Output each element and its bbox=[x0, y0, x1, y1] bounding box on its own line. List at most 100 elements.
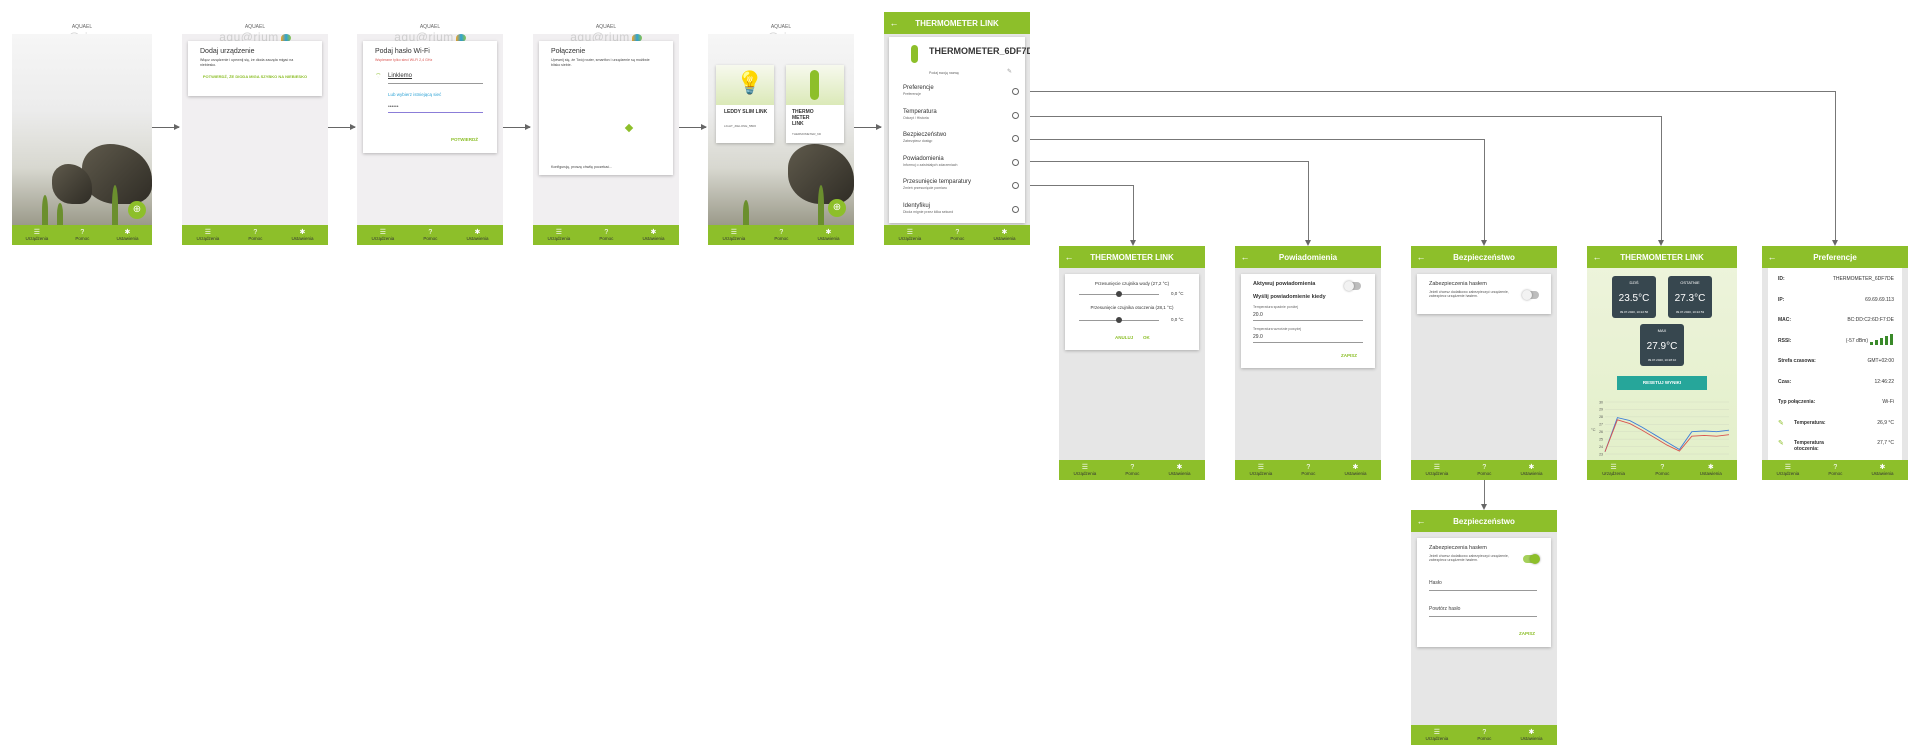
edit-icon[interactable]: ✎ bbox=[1007, 68, 1012, 75]
ssid-field[interactable]: Linklemo bbox=[388, 73, 412, 79]
tab-help[interactable]: ? Pomoc bbox=[950, 229, 964, 242]
password-protection-toggle[interactable] bbox=[1522, 290, 1539, 300]
tab-settings[interactable]: ✱ Ustawienia bbox=[291, 229, 313, 242]
menu-item-subtitle: Dioda mignie przez kilka sekund bbox=[903, 209, 954, 214]
tab-settings[interactable]: ✱ Ustawienia bbox=[1520, 729, 1542, 742]
gauge-max: MAX 27.9°C 09.07.2020, 10:28:10 bbox=[1640, 324, 1684, 366]
status-text: Konfiguruję, proszę chwilę poczekać... bbox=[551, 165, 613, 169]
card-title: Podaj hasło Wi-Fi bbox=[375, 48, 430, 55]
password-field[interactable]: •••••• bbox=[388, 104, 399, 110]
header-title: THERMOMETER LINK bbox=[915, 18, 999, 28]
confirm-blink-link[interactable]: POTWIERDŹ, ŻE DIODA MIGA SZYBKO NA NIEBI… bbox=[200, 74, 310, 79]
menu-item-title: Identyfikuj bbox=[903, 202, 931, 209]
pref-key: Strefa czasowa: bbox=[1778, 358, 1816, 364]
connector-dot bbox=[1012, 182, 1019, 189]
low-temp-input[interactable]: 20.0 bbox=[1253, 312, 1263, 318]
tab-settings[interactable]: ✱ Ustawienia bbox=[1871, 464, 1893, 477]
tab-devices[interactable]: ☰ Urządzenia bbox=[1426, 729, 1449, 742]
connection-card: Połączenie Upewnij się, że Twój router, … bbox=[539, 41, 673, 175]
back-arrow-icon[interactable]: ← bbox=[1235, 252, 1255, 262]
choose-network-link[interactable]: Lub wybierz istniejącą sieć bbox=[388, 92, 441, 97]
tab-settings[interactable]: ✱ Ustawienia bbox=[1520, 464, 1542, 477]
tab-devices[interactable]: ☰ Urządzenia bbox=[1777, 464, 1800, 477]
tab-help[interactable]: ? Pomoc bbox=[599, 229, 613, 242]
add-device-fab[interactable]: ⊕ bbox=[128, 201, 146, 219]
tab-devices[interactable]: ☰ Urządzenia bbox=[899, 229, 922, 242]
tab-devices[interactable]: ☰ Urządzenia bbox=[26, 229, 49, 242]
header-title: Bezpieczeństwo bbox=[1453, 252, 1515, 262]
tab-help[interactable]: ? Pomoc bbox=[75, 229, 89, 242]
tab-settings[interactable]: ✱ Ustawienia bbox=[993, 229, 1015, 242]
pref-row: ✎ Temperatura otoczenia: 27,7 °C bbox=[1778, 438, 1894, 454]
edit-icon[interactable]: ✎ bbox=[1778, 419, 1784, 427]
tab-devices[interactable]: ☰ Urządzenia bbox=[372, 229, 395, 242]
repeat-password-field[interactable]: Powtórz hasło bbox=[1429, 606, 1460, 612]
device-tile-thermometer[interactable]: THERMO METER LINK THERMOMETER_6D bbox=[786, 65, 844, 143]
connector-dot bbox=[1012, 111, 1019, 119]
slider-knob[interactable] bbox=[1116, 291, 1122, 297]
ok-button[interactable]: OK bbox=[1143, 335, 1150, 340]
menu-item[interactable]: Preferencje Preferencje bbox=[903, 85, 1019, 105]
tab-help[interactable]: ? Pomoc bbox=[1477, 729, 1491, 742]
tab-devices[interactable]: ☰ Urządzenia bbox=[1426, 464, 1449, 477]
tab-settings[interactable]: ✱ Ustawienia bbox=[1344, 464, 1366, 477]
bulb-icon: 💡 bbox=[736, 70, 764, 95]
tab-devices[interactable]: ☰ Urządzenia bbox=[1602, 464, 1625, 477]
tab-help[interactable]: ? Pomoc bbox=[1125, 464, 1139, 477]
tab-settings[interactable]: ✱ Ustawienia bbox=[817, 229, 839, 242]
tab-help[interactable]: ? Pomoc bbox=[1301, 464, 1315, 477]
menu-item[interactable]: Bezpieczeństwo Zabezpiecz dostęp bbox=[903, 132, 1019, 152]
tab-settings[interactable]: ✱ Ustawienia bbox=[642, 229, 664, 242]
edit-icon[interactable]: ✎ bbox=[1778, 439, 1784, 447]
tab-help[interactable]: ? Pomoc bbox=[1655, 464, 1669, 477]
gauge-label: MAX bbox=[1657, 328, 1667, 333]
env-offset-slider[interactable] bbox=[1079, 317, 1159, 323]
cancel-button[interactable]: ANULUJ bbox=[1115, 335, 1133, 340]
tab-devices[interactable]: ☰ Urządzenia bbox=[1250, 464, 1273, 477]
reset-button[interactable]: RESETUJ WYNIKI bbox=[1617, 376, 1707, 390]
tab-devices[interactable]: ☰ Urządzenia bbox=[1074, 464, 1097, 477]
password-protection-toggle[interactable] bbox=[1523, 554, 1540, 564]
high-temp-input[interactable]: 29.0 bbox=[1253, 334, 1263, 340]
back-arrow-icon[interactable]: ← bbox=[1411, 252, 1431, 262]
slider-knob[interactable] bbox=[1116, 317, 1122, 323]
password-field[interactable]: Hasło bbox=[1429, 580, 1442, 586]
add-device-fab[interactable]: ⊕ bbox=[828, 199, 846, 217]
back-arrow-icon[interactable]: ← bbox=[1059, 252, 1079, 262]
menu-item-title: Powiadomienia bbox=[903, 155, 944, 162]
menu-item[interactable]: Temperatura Odczyt / Historia bbox=[903, 109, 1019, 129]
tab-help[interactable]: ? Pomoc bbox=[1828, 464, 1842, 477]
back-arrow-icon[interactable]: ← bbox=[1762, 252, 1782, 262]
confirm-button[interactable]: POTWIERDŹ bbox=[451, 137, 478, 142]
gauge-value: 23.5°C bbox=[1618, 293, 1650, 304]
tab-settings[interactable]: ✱ Ustawienia bbox=[466, 229, 488, 242]
menu-item[interactable]: Powiadomienia Informuj o zaistniałych zda… bbox=[903, 155, 1019, 176]
back-arrow-icon[interactable]: ← bbox=[884, 18, 904, 28]
gauge-time: 09.07.2020, 10:22:53 bbox=[1675, 310, 1705, 314]
menu-item[interactable]: Identyfikuj Dioda mignie przez kilka seku… bbox=[903, 202, 1019, 223]
card-body: Włącz urządzenie i upewnij się, że dioda… bbox=[200, 58, 294, 67]
tile-sub: LIGHT_ZIELONE_5B06 bbox=[724, 124, 757, 128]
pref-key: IP: bbox=[1778, 296, 1785, 303]
notifications-toggle[interactable] bbox=[1344, 281, 1361, 291]
gauge-last: OSTATNIE 27.3°C 09.07.2020, 10:22:53 bbox=[1668, 276, 1712, 318]
screen-security-enabled: ← Bezpieczeństwo Zabezpieczenia hasłem J… bbox=[1411, 510, 1557, 745]
tab-settings[interactable]: ✱ Ustawienia bbox=[116, 229, 138, 242]
tab-devices[interactable]: ☰ Urządzenia bbox=[723, 229, 746, 242]
back-arrow-icon[interactable]: ← bbox=[1587, 252, 1607, 262]
device-tile-leddy[interactable]: 💡 LEDDY SLIM LINK LIGHT_ZIELONE_5B06 bbox=[716, 65, 774, 143]
tab-settings[interactable]: ✱ Ustawienia bbox=[1168, 464, 1190, 477]
tab-devices[interactable]: ☰ Urządzenia bbox=[548, 229, 571, 242]
tab-devices[interactable]: ☰ Urządzenia bbox=[197, 229, 220, 242]
menu-item[interactable]: Przesunięcie temparatury Zmień przesunięc… bbox=[903, 179, 1019, 199]
back-arrow-icon[interactable]: ← bbox=[1411, 516, 1431, 526]
tab-settings[interactable]: ✱ Ustawienia bbox=[1700, 464, 1722, 477]
tab-help[interactable]: ? Pomoc bbox=[423, 229, 437, 242]
save-button[interactable]: ZAPISZ bbox=[1341, 353, 1357, 358]
y-tick-label: 29 bbox=[1599, 408, 1603, 412]
save-button[interactable]: ZAPISZ bbox=[1519, 631, 1535, 636]
tab-help[interactable]: ? Pomoc bbox=[1477, 464, 1491, 477]
tab-help[interactable]: ? Pomoc bbox=[248, 229, 262, 242]
water-offset-slider[interactable] bbox=[1079, 291, 1159, 297]
tab-help[interactable]: ? Pomoc bbox=[774, 229, 788, 242]
